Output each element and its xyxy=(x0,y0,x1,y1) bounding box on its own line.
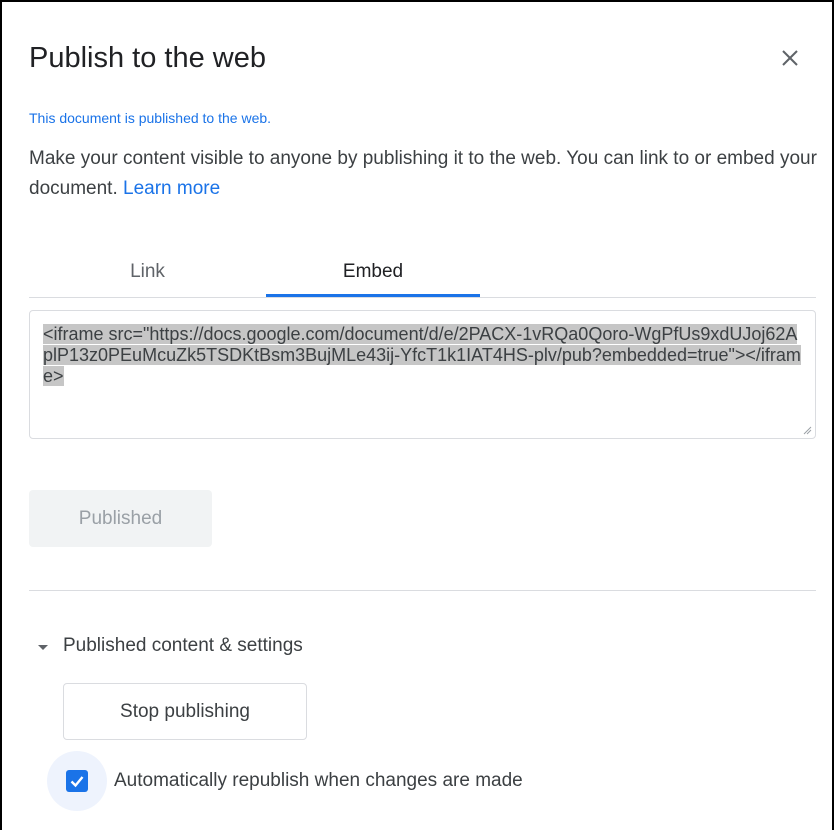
auto-republish-label: Automatically republish when changes are… xyxy=(114,770,523,791)
tab-active-indicator xyxy=(266,294,480,297)
settings-toggle-label: Published content & settings xyxy=(63,635,303,656)
embed-code-text: <iframe src="https://docs.google.com/doc… xyxy=(43,324,801,386)
publish-dialog: Publish to the web This document is publ… xyxy=(0,0,834,830)
published-button: Published xyxy=(29,490,212,547)
learn-more-link[interactable]: Learn more xyxy=(123,178,220,199)
resize-handle-icon[interactable] xyxy=(802,425,812,435)
published-status-text: This document is published to the web. xyxy=(29,110,272,126)
embed-code-textarea[interactable]: <iframe src="https://docs.google.com/doc… xyxy=(29,310,816,439)
description: Make your content visible to anyone by p… xyxy=(29,144,819,204)
dialog-title: Publish to the web xyxy=(29,42,266,74)
tab-bar: Link Embed xyxy=(29,246,816,298)
stop-publishing-button[interactable]: Stop publishing xyxy=(63,683,307,740)
tab-link[interactable]: Link xyxy=(29,246,266,297)
section-divider xyxy=(29,590,816,591)
caret-down-icon xyxy=(38,645,48,650)
auto-republish-checkbox[interactable] xyxy=(66,770,88,792)
tab-embed[interactable]: Embed xyxy=(266,246,480,297)
checkmark-icon xyxy=(70,776,84,788)
close-icon[interactable] xyxy=(774,42,806,74)
